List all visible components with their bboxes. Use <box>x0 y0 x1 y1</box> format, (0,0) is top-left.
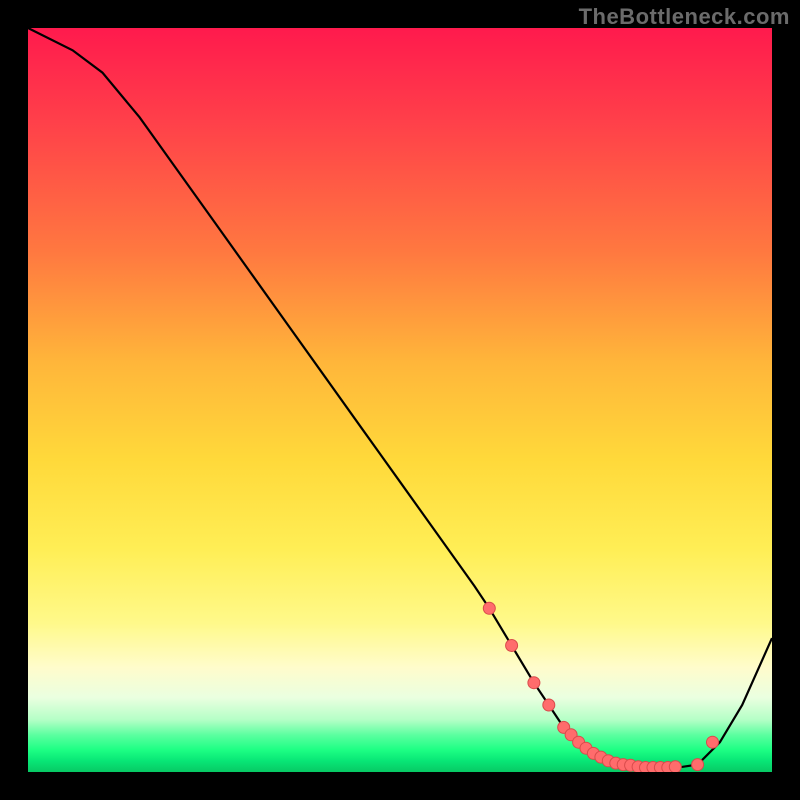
data-marker <box>707 736 719 748</box>
marker-layer <box>28 28 772 772</box>
marker-group <box>483 602 718 772</box>
plot-area <box>28 28 772 772</box>
data-marker <box>543 699 555 711</box>
data-marker <box>692 759 704 771</box>
data-marker <box>528 677 540 689</box>
data-marker <box>506 640 518 652</box>
data-marker <box>669 761 681 772</box>
data-marker <box>483 602 495 614</box>
watermark-text: TheBottleneck.com <box>579 4 790 30</box>
chart-frame: TheBottleneck.com <box>0 0 800 800</box>
